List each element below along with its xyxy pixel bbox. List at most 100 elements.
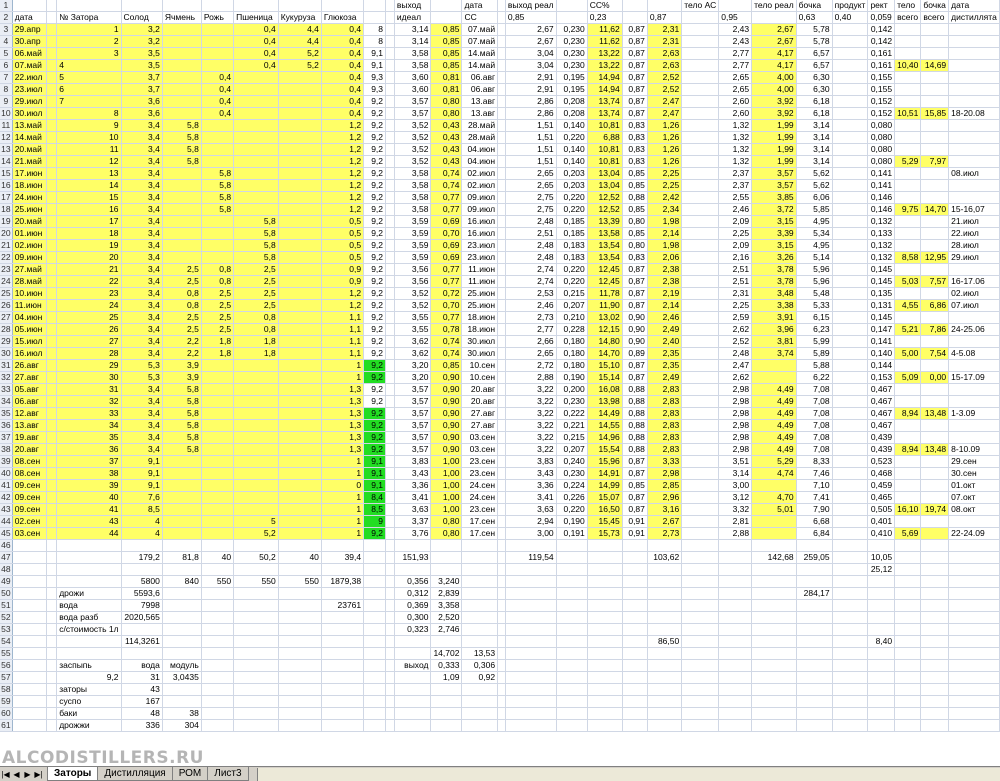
cell[interactable] [718,611,753,624]
cell[interactable]: 5,09 [894,371,922,384]
cell[interactable]: 1,00 [430,467,463,480]
cell[interactable] [718,599,753,612]
cell[interactable]: 0,4 [321,95,365,108]
cell[interactable]: 15,96 [587,455,623,468]
cell[interactable]: 0,228 [556,323,588,336]
cell[interactable]: 2,5 [162,311,202,324]
cell[interactable]: 16,10 [894,503,922,516]
cell[interactable] [894,563,922,576]
cell[interactable]: 10,40 [894,59,922,72]
cell[interactable] [751,707,797,720]
cell[interactable]: 0,4 [321,35,365,48]
cell[interactable]: 0,185 [556,227,588,240]
cell[interactable] [832,119,869,132]
cell[interactable]: 5,8 [162,407,202,420]
cell[interactable] [681,203,720,216]
cell[interactable] [394,683,432,696]
cell[interactable] [920,47,950,60]
cell[interactable] [363,683,387,696]
cell[interactable]: 0,467 [867,395,896,408]
cell[interactable]: 3,4 [121,431,163,444]
cell[interactable] [920,239,950,252]
cell[interactable]: 16,08 [587,383,623,396]
cell[interactable] [497,239,506,252]
cell[interactable]: 25,12 [867,563,896,576]
cell[interactable]: 0,87 [622,59,648,72]
row-header[interactable]: 11 [0,119,13,132]
cell[interactable] [430,695,463,708]
cell[interactable]: 29 [56,359,122,372]
cell[interactable] [394,695,432,708]
cell[interactable]: 23.сен [461,455,499,468]
cell[interactable] [920,695,950,708]
cell[interactable] [363,0,387,12]
cell[interactable]: 09.сен [12,479,48,492]
cell[interactable] [321,563,365,576]
cell[interactable] [681,227,720,240]
cell[interactable] [363,587,387,600]
cell[interactable] [622,647,648,660]
cell[interactable]: 27.авг [12,371,48,384]
cell[interactable] [162,683,202,696]
cell[interactable]: 0,191 [556,527,588,540]
cell[interactable] [718,719,753,732]
cell[interactable]: 0,90 [430,407,463,420]
cell[interactable]: 21.июл [948,215,1000,228]
cell[interactable] [681,659,720,672]
cell[interactable] [587,707,623,720]
cell[interactable] [121,563,163,576]
cell[interactable]: 15,07 [587,491,623,504]
cell[interactable] [867,695,896,708]
cell[interactable]: Солод [121,11,163,24]
cell[interactable]: 0,161 [867,47,896,60]
row-header[interactable]: 33 [0,383,13,396]
cell[interactable]: 0,183 [556,239,588,252]
cell[interactable] [385,659,395,672]
cell[interactable]: 9,2 [363,287,387,300]
cell[interactable]: 2,35 [647,359,683,372]
cell[interactable] [385,275,395,288]
cell[interactable]: 0,90 [622,311,648,324]
cell[interactable]: 19,74 [920,503,950,516]
cell[interactable]: 2,72 [505,359,557,372]
cell[interactable]: 2,63 [647,47,683,60]
cell[interactable]: 16.июл [12,347,48,360]
cell[interactable] [556,611,588,624]
row-header[interactable]: 28 [0,323,13,336]
cell[interactable] [556,563,588,576]
cell[interactable] [681,131,720,144]
cell[interactable] [587,623,623,636]
cell[interactable] [832,695,869,708]
cell[interactable]: 29.июл [12,95,48,108]
cell[interactable]: 5,8 [201,203,235,216]
cell[interactable]: 3,240 [430,575,463,588]
cell[interactable] [894,551,922,564]
cell[interactable]: 0,080 [867,143,896,156]
cell[interactable]: 09.сен [12,491,48,504]
cell[interactable]: 5,00 [894,347,922,360]
cell[interactable]: 18.июн [461,311,499,324]
cell[interactable]: Пшеница [233,11,279,24]
cell[interactable] [497,143,506,156]
cell[interactable]: 7,86 [920,323,950,336]
cell[interactable] [233,359,279,372]
cell[interactable] [46,371,58,384]
cell[interactable] [46,683,58,696]
cell[interactable]: 1,51 [505,131,557,144]
cell[interactable]: 0,4 [201,71,235,84]
cell[interactable]: 0,410 [867,527,896,540]
cell[interactable]: 0,87 [622,503,648,516]
cell[interactable] [920,383,950,396]
cell[interactable]: 3,22 [505,443,557,456]
cell[interactable] [385,227,395,240]
cell[interactable]: СС [461,11,499,24]
cell[interactable] [46,491,58,504]
row-header[interactable]: 8 [0,83,13,96]
row-header[interactable]: 30 [0,347,13,360]
cell[interactable]: 14,69 [920,59,950,72]
cell[interactable] [46,467,58,480]
cell[interactable] [920,539,950,552]
cell[interactable]: 0,87 [622,71,648,84]
cell[interactable] [948,131,1000,144]
cell[interactable]: 15-17.09 [948,371,1000,384]
